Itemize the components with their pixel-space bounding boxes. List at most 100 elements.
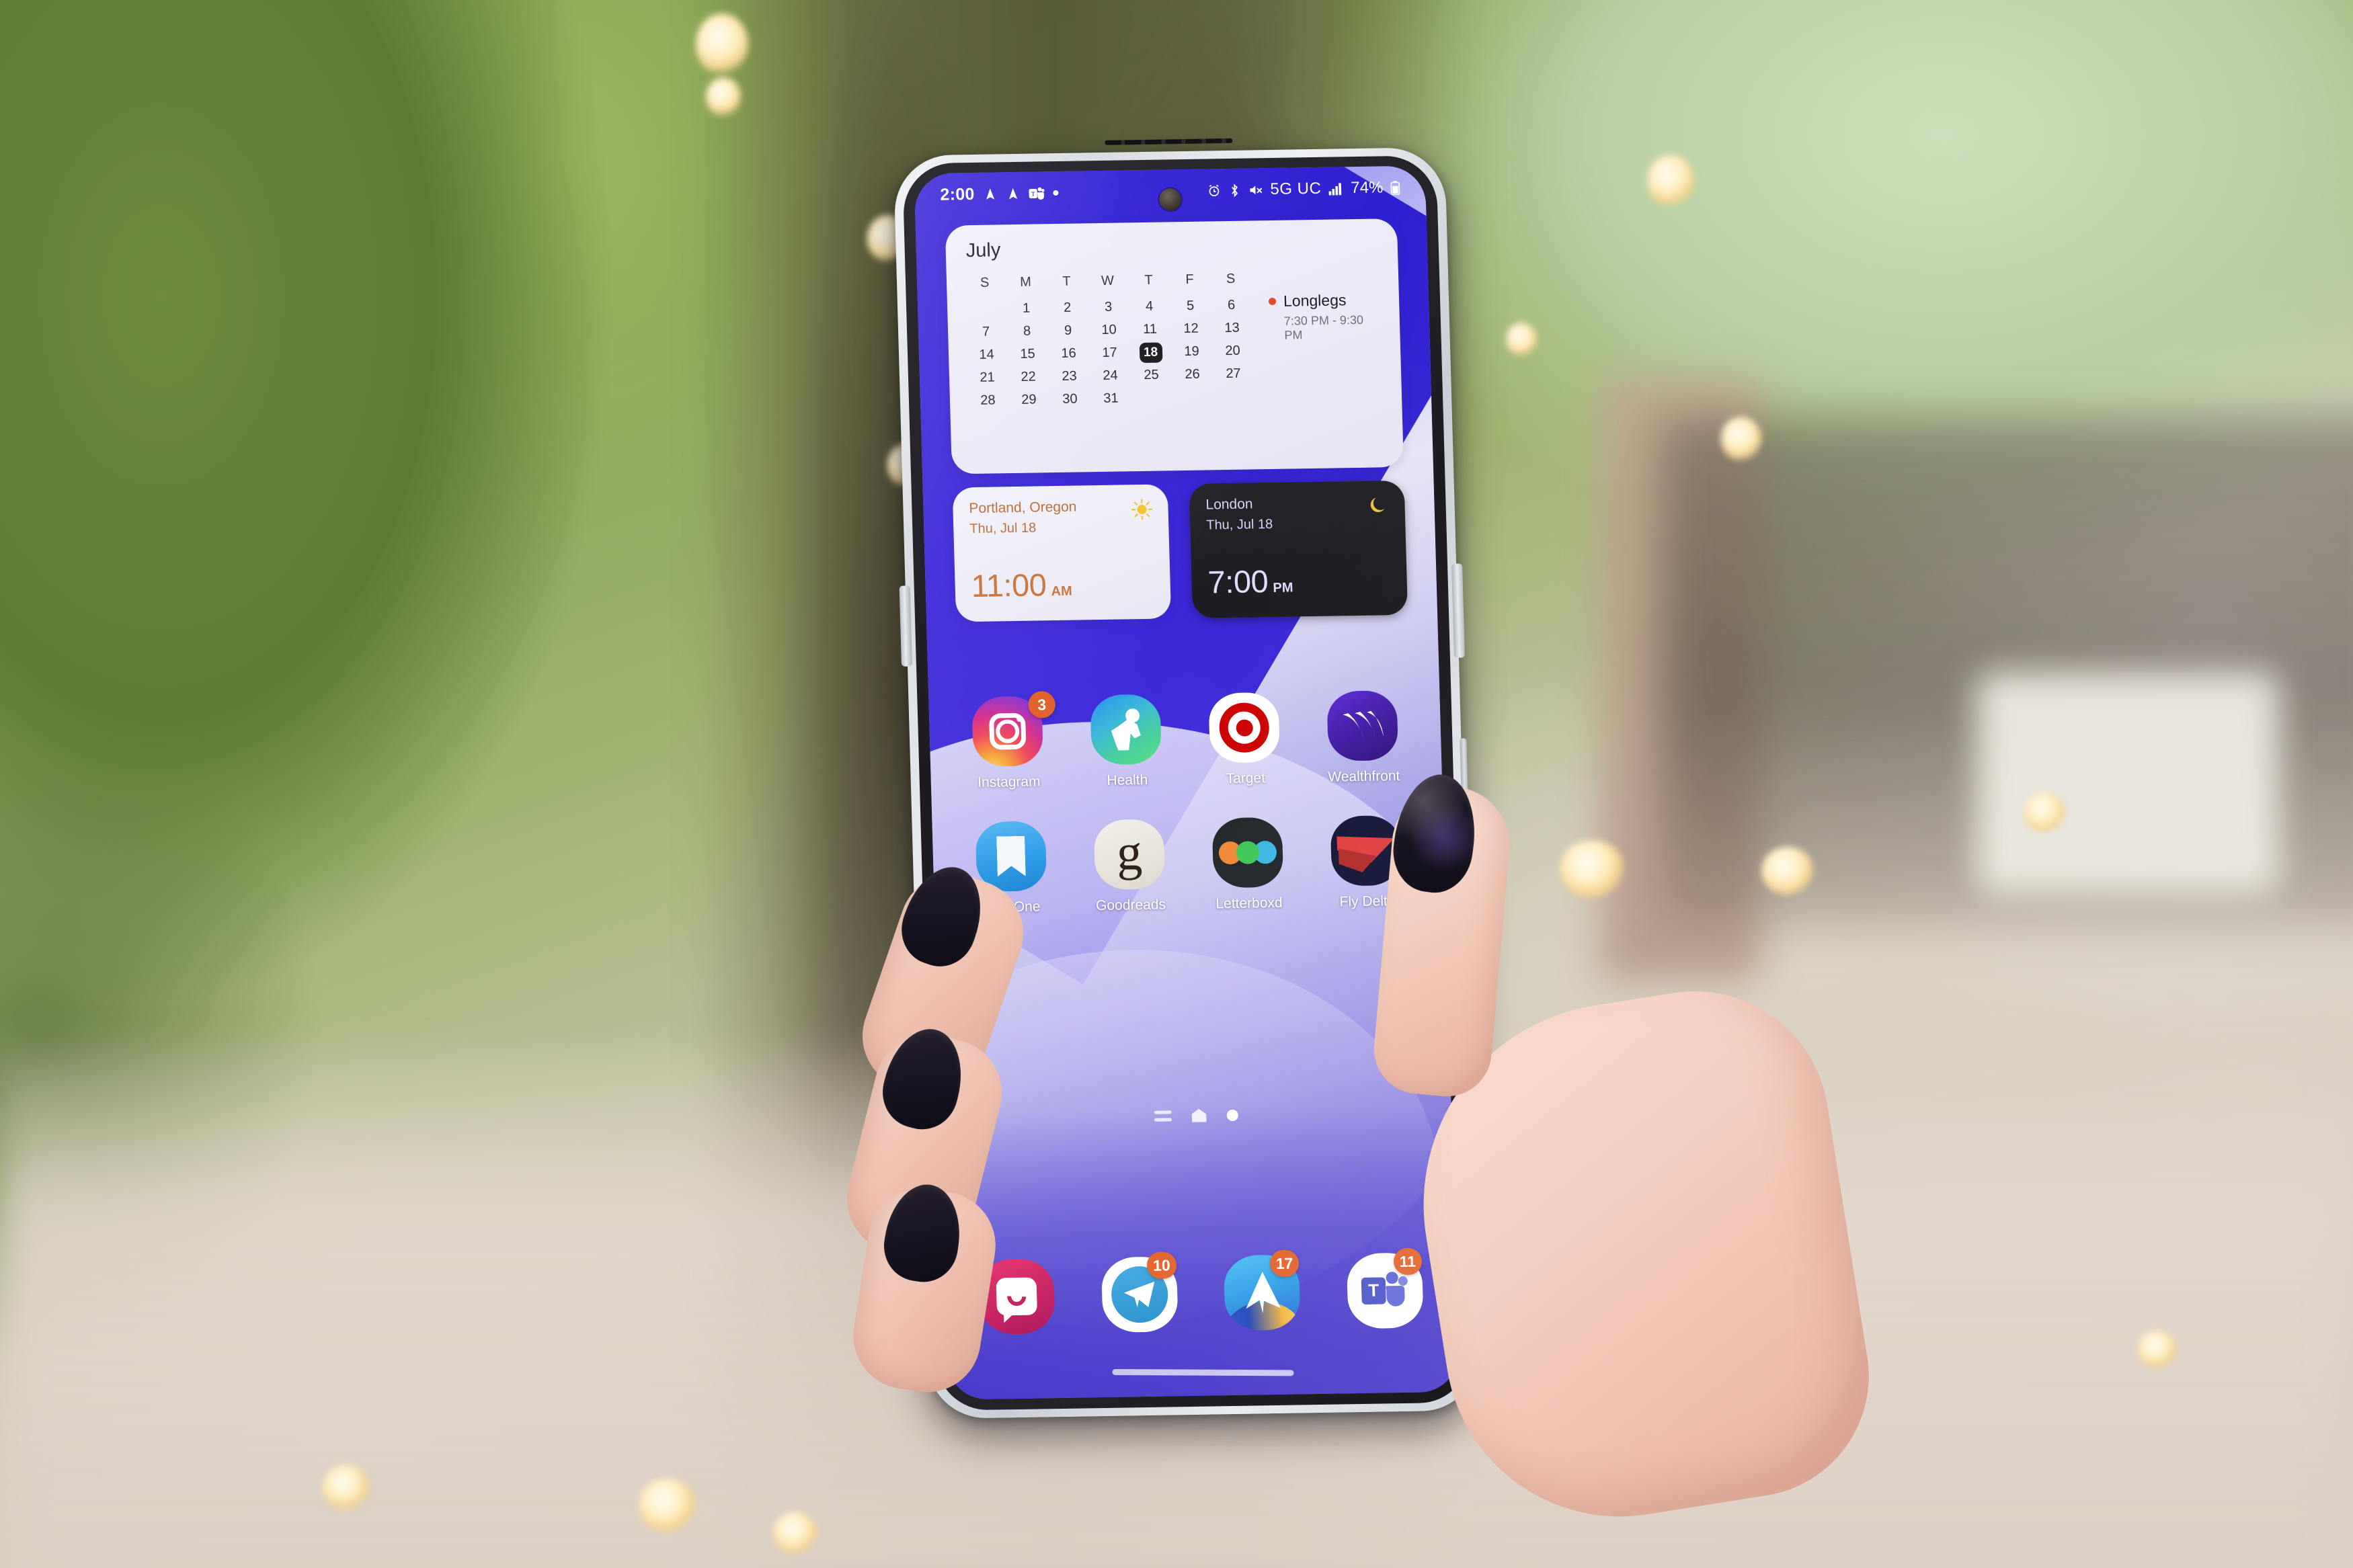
app-list-icon[interactable] — [1154, 1110, 1172, 1122]
alarm-icon — [1207, 183, 1222, 198]
calendar-day-cell[interactable]: 17 — [1089, 341, 1131, 364]
calendar-day-cell[interactable]: 15 — [1007, 342, 1049, 366]
weekday-header: W — [1101, 273, 1115, 288]
clock-city-label: London — [1205, 496, 1253, 513]
calendar-day-cell[interactable]: 2 — [1047, 296, 1088, 319]
bokeh-light — [2138, 1331, 2177, 1368]
notification-badge: 3 — [1028, 691, 1056, 718]
calendar-day-cell[interactable]: 16 — [1048, 341, 1090, 365]
clock-widget-portland[interactable]: Portland, Oregon Thu, Jul 18 11:00 AM — [952, 484, 1172, 622]
calendar-day-cell[interactable]: 23 — [1049, 364, 1090, 388]
event-title: Longlegs — [1283, 291, 1347, 310]
navigation-arrow-icon — [1006, 186, 1021, 200]
weekday-header: T — [1062, 274, 1072, 289]
calendar-body: S M T W T F S 1 2 3 4 5 6 7 8 9 10 11 12 13 14 15 16 17 1… — [964, 265, 1385, 412]
notification-badge: 17 — [1269, 1249, 1300, 1278]
background-bench — [1977, 672, 2279, 894]
clock-date-label: Thu, Jul 18 — [969, 520, 1037, 537]
calendar-day-cell[interactable]: 6 — [1211, 293, 1252, 317]
app-wealthfront[interactable]: Wealthfront — [1310, 690, 1415, 786]
calendar-weeks: 1 2 3 4 5 6 7 8 9 10 11 12 13 14 15 16 17 18 19 20 21 22 23 24 2… — [965, 293, 1257, 412]
calendar-day-cell[interactable]: 10 — [1088, 318, 1130, 341]
calendar-day-cell[interactable]: 21 — [967, 366, 1008, 389]
dock-app-spark[interactable]: 17 — [1221, 1249, 1304, 1331]
calendar-empty-cell — [1172, 385, 1213, 409]
calendar-day-cell[interactable]: 7 — [965, 320, 1007, 343]
app-label: Goodreads — [1095, 897, 1166, 914]
calendar-day-cell[interactable]: 18 — [1130, 340, 1172, 364]
status-time: 2:00 — [940, 184, 975, 204]
calendar-day-cell[interactable]: 14 — [966, 343, 1008, 366]
calendar-empty-cell — [1131, 386, 1173, 409]
dock-app-telegram[interactable]: 10 — [1098, 1251, 1181, 1333]
bokeh-light — [2024, 793, 2065, 832]
calendar-week-row: 28 29 30 31 — [967, 384, 1257, 412]
moon-icon — [1367, 494, 1390, 521]
app-target[interactable]: Target — [1192, 692, 1297, 787]
calendar-weekday-header-row: S M T W T F S — [964, 267, 1254, 298]
calendar-day-cell[interactable]: 29 — [1008, 388, 1050, 411]
gesture-navigation-bar[interactable] — [1112, 1368, 1294, 1376]
calendar-day-cell[interactable]: 20 — [1212, 339, 1254, 362]
calendar-day-cell[interactable]: 11 — [1129, 317, 1171, 341]
weekday-header: S — [1226, 271, 1236, 287]
app-letterboxd[interactable]: Letterboxd — [1195, 817, 1300, 912]
calendar-day-cell[interactable]: 5 — [1170, 294, 1211, 317]
app-instagram[interactable]: 3 Instagram — [955, 691, 1060, 791]
calendar-day-cell[interactable]: 30 — [1049, 387, 1091, 411]
calendar-day-cell[interactable]: 12 — [1170, 317, 1212, 340]
mute-icon — [1248, 183, 1263, 197]
calendar-day-cell[interactable]: 24 — [1090, 364, 1131, 387]
current-page-dot[interactable] — [1226, 1109, 1238, 1121]
calendar-day-cell[interactable]: 3 — [1088, 295, 1129, 319]
calendar-day-cell[interactable]: 19 — [1171, 339, 1213, 363]
calendar-grid[interactable]: S M T W T F S 1 2 3 4 5 6 7 8 9 10 11 12 13 14 15 16 17 1… — [964, 267, 1257, 412]
samsung-health-icon — [1090, 694, 1162, 766]
bokeh-light — [1506, 323, 1537, 356]
app-goodreads[interactable]: g Goodreads — [1077, 819, 1182, 914]
calendar-today-chip[interactable]: 18 — [1139, 342, 1163, 364]
calendar-day-cell[interactable]: 4 — [1129, 294, 1170, 318]
clock-time-value: 7:00 — [1207, 563, 1269, 600]
calendar-day-cell[interactable]: 28 — [967, 388, 1009, 412]
clock-time-value: 11:00 — [970, 567, 1047, 604]
calendar-event-header: Longlegs — [1268, 290, 1382, 311]
calendar-day-cell[interactable]: 22 — [1008, 365, 1049, 388]
calendar-day-cell[interactable]: 13 — [1211, 316, 1253, 339]
app-health[interactable]: Health — [1074, 694, 1179, 789]
calendar-day-cell[interactable]: 8 — [1006, 319, 1048, 343]
weekday-header: F — [1185, 272, 1195, 287]
calendar-empty-cell — [965, 297, 1006, 321]
calendar-event[interactable]: Longlegs 7:30 PM - 9:30 PM — [1253, 265, 1385, 407]
clock-city-label: Portland, Oregon — [969, 499, 1077, 517]
calendar-day-cell[interactable]: 26 — [1172, 362, 1213, 386]
clock-widget-london[interactable]: London Thu, Jul 18 7:00 PM — [1189, 480, 1408, 618]
app-row: 3 Instagram Health Target Wealthfront — [955, 690, 1415, 792]
app-label: Target — [1226, 770, 1266, 787]
event-color-dot-icon — [1268, 297, 1277, 306]
notification-dot-icon — [1053, 190, 1059, 196]
calendar-day-cell[interactable]: 25 — [1131, 363, 1172, 386]
microsoft-teams-icon: T — [1029, 186, 1045, 200]
notification-badge: 10 — [1146, 1251, 1177, 1279]
bokeh-light — [773, 1512, 817, 1554]
goodreads-icon: g — [1093, 819, 1166, 891]
calendar-day-cell[interactable]: 27 — [1213, 362, 1254, 385]
clock-date-label: Thu, Jul 18 — [1205, 516, 1273, 533]
weekday-header: T — [1144, 272, 1154, 288]
clock-time: 7:00 PM — [1207, 563, 1293, 601]
status-bar-left: 2:00 T — [940, 183, 1059, 204]
app-label: Health — [1107, 772, 1148, 788]
calendar-day-cell[interactable]: 9 — [1047, 319, 1089, 342]
clock-meridiem: PM — [1273, 580, 1293, 595]
network-label: 5G UC — [1270, 179, 1322, 198]
home-icon[interactable] — [1191, 1109, 1207, 1122]
calendar-empty-cell — [1213, 384, 1254, 408]
calendar-day-cell[interactable]: 31 — [1090, 386, 1132, 410]
clock-meridiem: AM — [1051, 583, 1073, 600]
calendar-day-cell[interactable]: 1 — [1006, 296, 1047, 320]
sun-icon — [1130, 498, 1154, 525]
calendar-widget[interactable]: July S M T W T F S 1 2 3 4 5 6 7 8 9 10 11 12 13 14 15… — [945, 218, 1404, 474]
bokeh-light — [639, 1479, 696, 1532]
right-hand — [1331, 769, 2003, 1568]
